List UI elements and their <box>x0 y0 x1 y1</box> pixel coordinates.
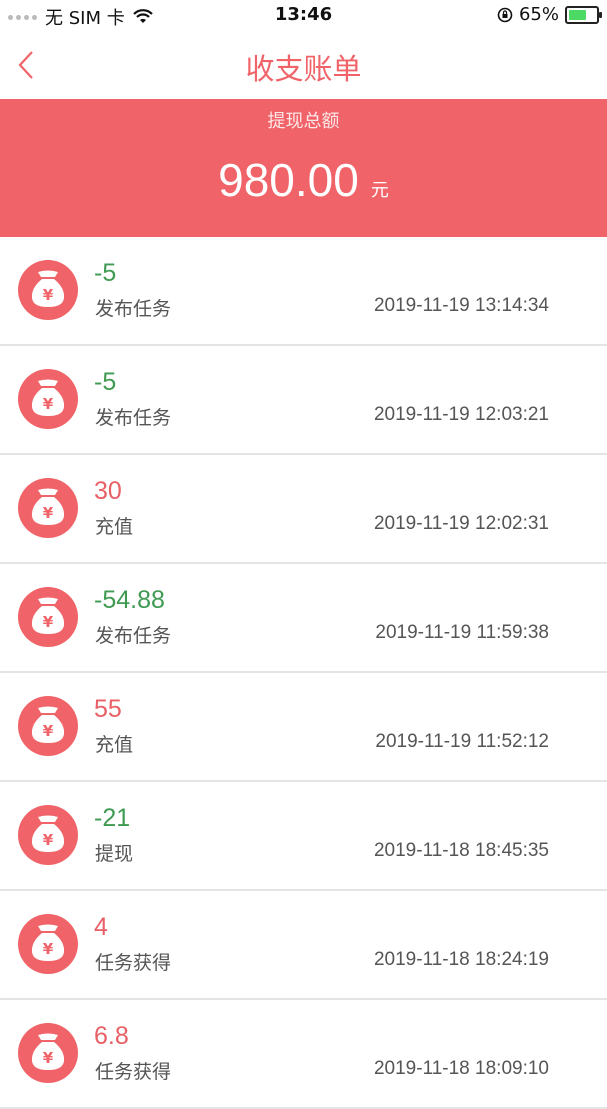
record-type: 提现 <box>95 843 134 865</box>
svg-text:¥: ¥ <box>43 395 54 413</box>
svg-text:¥: ¥ <box>43 1049 54 1067</box>
summary-amount: 980.00 <box>218 154 359 206</box>
battery-percent: 65% <box>518 4 559 25</box>
summary-unit: 元 <box>370 180 389 201</box>
record-amount: -5 <box>94 368 117 396</box>
money-bag-icon: ¥ <box>18 805 78 865</box>
record-time: 2019-11-19 11:59:38 <box>375 622 549 643</box>
battery-icon <box>565 5 602 24</box>
svg-text:¥: ¥ <box>43 722 54 740</box>
money-bag-icon: ¥ <box>18 478 78 538</box>
money-bag-icon: ¥ <box>18 696 78 756</box>
summary-amount-row: 980.00 元 <box>0 153 607 207</box>
record-list: ¥ -5 发布任务 2019-11-19 13:14:34 ¥ -5 发布任务 2019-11… <box>0 237 607 1109</box>
record-type: 任务获得 <box>95 952 172 974</box>
orientation-lock-icon <box>497 7 513 22</box>
svg-text:¥: ¥ <box>43 940 54 958</box>
money-bag-icon: ¥ <box>18 260 78 320</box>
record-time: 2019-11-18 18:45:35 <box>373 840 549 861</box>
record-type: 充值 <box>95 516 134 538</box>
nav-bar: 收支账单 <box>0 32 607 99</box>
svg-text:¥: ¥ <box>43 831 54 849</box>
record-time: 2019-11-18 18:09:10 <box>373 1058 549 1079</box>
list-item[interactable]: ¥30 充值 2019-11-19 12:02:31 <box>0 455 607 564</box>
status-bar: 无 SIM 卡 13:46 65% <box>0 0 607 32</box>
record-amount: -21 <box>94 804 131 832</box>
page-title: 收支账单 <box>245 52 362 86</box>
record-time: 2019-11-19 12:02:31 <box>373 513 549 534</box>
battery-fill <box>569 9 586 20</box>
summary-label: 提现总额 <box>267 111 340 132</box>
record-amount: -5 <box>94 259 117 287</box>
record-amount: 55 <box>94 695 122 723</box>
money-bag-icon: ¥ <box>18 369 78 429</box>
list-item[interactable]: ¥4 任务获得 2019-11-18 18:24:19 <box>0 891 607 1000</box>
record-time: 2019-11-19 13:14:34 <box>373 295 549 316</box>
record-time: 2019-11-19 11:52:12 <box>375 731 549 752</box>
money-bag-icon: ¥ <box>18 1023 78 1083</box>
list-item[interactable]: ¥ -5 发布任务 2019-11-19 12:03:21 <box>0 346 607 455</box>
record-amount: 30 <box>94 477 122 505</box>
svg-text:¥: ¥ <box>43 613 54 631</box>
list-item[interactable]: ¥ -21 提现 2019-11-18 18:45:35 <box>0 782 607 891</box>
record-type: 发布任务 <box>95 298 172 320</box>
record-type: 充值 <box>95 734 134 756</box>
svg-text:¥: ¥ <box>43 504 54 522</box>
record-time: 2019-11-19 12:03:21 <box>373 404 549 425</box>
record-time: 2019-11-18 18:24:19 <box>373 949 549 970</box>
list-item[interactable]: ¥6.8 任务获得 2019-11-18 18:09:10 <box>0 1000 607 1109</box>
money-bag-icon: ¥ <box>18 914 78 974</box>
record-amount: 6.8 <box>94 1022 129 1050</box>
list-item[interactable]: ¥ -5 发布任务 2019-11-19 13:14:34 <box>0 237 607 346</box>
svg-text:¥: ¥ <box>43 286 54 304</box>
record-type: 发布任务 <box>95 625 172 647</box>
status-right: 65% <box>497 4 602 25</box>
record-amount: -54.88 <box>94 586 165 614</box>
record-type: 发布任务 <box>95 407 172 429</box>
record-amount: 4 <box>94 913 108 941</box>
list-item[interactable]: ¥55 充值 2019-11-19 11:52:12 <box>0 673 607 782</box>
withdraw-summary: 提现总额 980.00 元 <box>0 99 607 237</box>
money-bag-icon: ¥ <box>18 587 78 647</box>
list-item[interactable]: ¥ -54.88 发布任务 2019-11-19 11:59:38 <box>0 564 607 673</box>
